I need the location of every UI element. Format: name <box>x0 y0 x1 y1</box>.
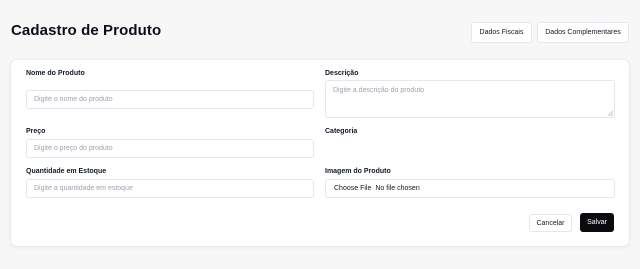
preco-input[interactable]: Digite o preço do produto <box>26 139 314 158</box>
choose-file-button[interactable]: Choose File <box>334 185 371 192</box>
dados-fiscais-button[interactable]: Dados Fiscais <box>471 22 532 43</box>
cancel-button[interactable]: Cancelar <box>529 214 572 232</box>
categoria-label: Categoria <box>325 128 358 135</box>
imagem-file-input[interactable]: Choose File No file chosen <box>325 179 615 198</box>
imagem-label: Imagem do Produto <box>325 168 391 175</box>
resize-handle-icon[interactable] <box>608 111 613 116</box>
descricao-textarea[interactable]: Digite a descrição do produto <box>325 80 615 118</box>
descricao-label: Descrição <box>325 70 359 77</box>
quantidade-label: Quantidade em Estoque <box>26 168 107 175</box>
dados-complementares-button[interactable]: Dados Complementares <box>537 22 629 43</box>
file-status: No file chosen <box>375 185 420 192</box>
preco-label: Preço <box>26 128 46 135</box>
nome-label: Nome do Produto <box>26 70 85 77</box>
descricao-placeholder: Digite a descrição do produto <box>333 87 425 94</box>
quantidade-input[interactable]: Digite a quantidade em estoque <box>26 179 314 198</box>
page-header: Cadastro de Produto Dados Fiscais Dados … <box>0 0 640 60</box>
page-title: Cadastro de Produto <box>11 22 162 39</box>
save-button[interactable]: Salvar <box>580 213 614 232</box>
nome-input[interactable]: Digite o nome do produto <box>26 90 314 109</box>
